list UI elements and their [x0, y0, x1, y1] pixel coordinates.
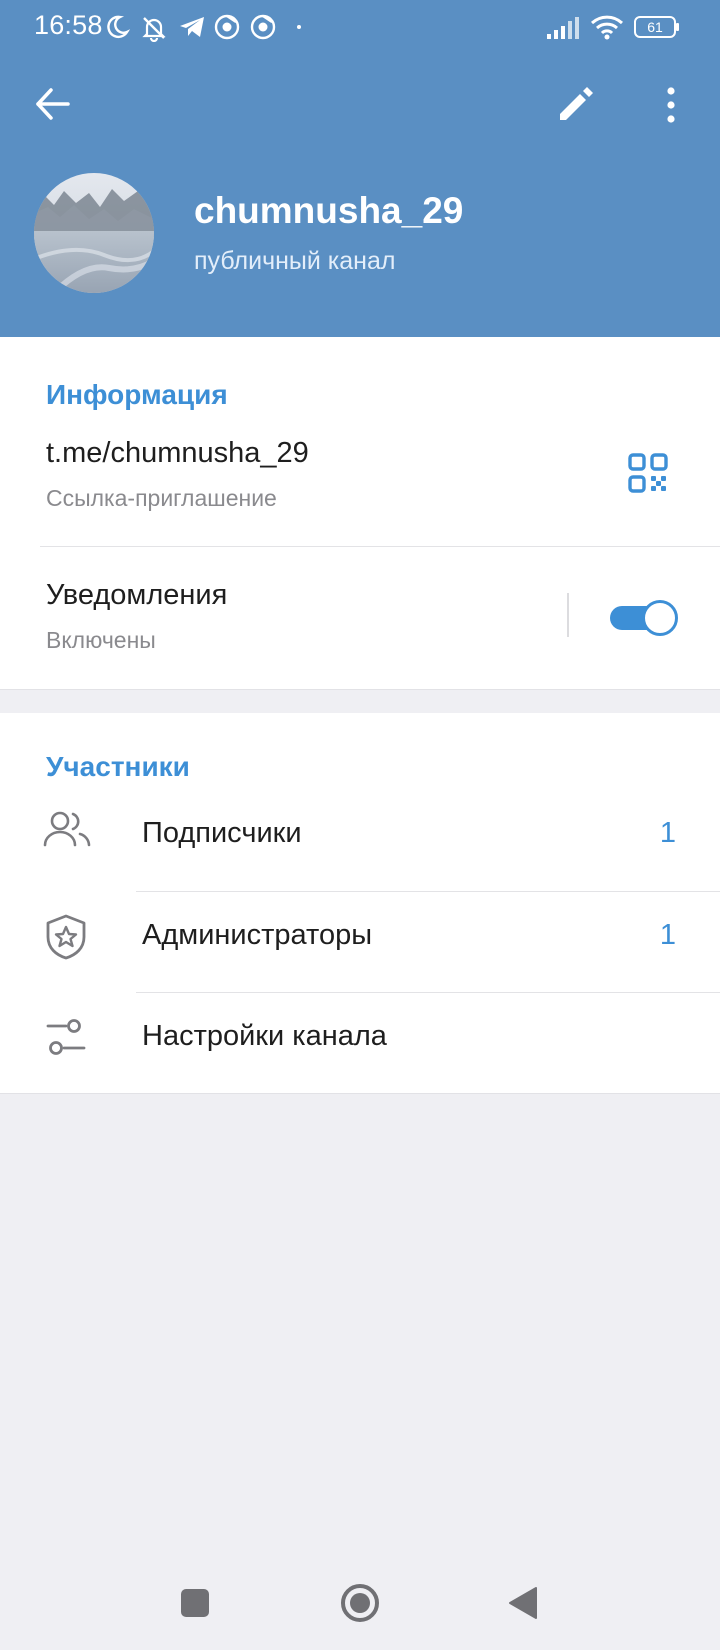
sliders-icon: [46, 1019, 86, 1055]
administrators-label: Администраторы: [142, 919, 373, 951]
battery-indicator: 61: [634, 16, 680, 38]
home-icon[interactable]: [340, 1583, 380, 1623]
channel-settings-label: Настройки канала: [142, 1020, 387, 1052]
administrators-count: 1: [659, 919, 676, 951]
members-section-title: Участники: [46, 751, 190, 782]
shield-star-icon: [46, 914, 86, 960]
invite-link[interactable]: t.me/chumnusha_29: [46, 437, 309, 470]
recent-apps-icon[interactable]: [180, 1588, 210, 1618]
subscribers-label: Подписчики: [142, 817, 302, 849]
edit-pencil-icon[interactable]: [556, 86, 594, 124]
members-card: Участники Подписчики 1 Администраторы 1 …: [0, 713, 720, 1094]
channel-settings-row[interactable]: Настройки канала: [0, 992, 720, 1092]
info-section-title: Информация: [46, 379, 228, 410]
chrome-icon: [250, 14, 276, 40]
telegram-icon: [180, 17, 204, 37]
subscribers-count: 1: [659, 817, 676, 849]
chrome-icon: [214, 14, 240, 40]
battery-level: 61: [647, 19, 663, 35]
channel-title: chumnusha_29: [194, 190, 464, 231]
notifications-state: Включены: [46, 627, 156, 653]
channel-avatar[interactable]: [34, 173, 154, 293]
notifications-toggle[interactable]: [610, 600, 678, 636]
back-arrow-icon[interactable]: [34, 84, 74, 124]
vertical-separator: [567, 593, 569, 637]
notifications-label: Уведомления: [46, 579, 228, 611]
muted-bell-icon: [142, 17, 166, 42]
back-nav-icon[interactable]: [508, 1586, 538, 1620]
divider: [40, 546, 720, 547]
status-bar: 16:58 61: [0, 0, 720, 56]
info-card: Информация t.me/chumnusha_29 Ссылка-приг…: [0, 337, 720, 690]
invite-link-row[interactable]: t.me/chumnusha_29 Ссылка-приглашение: [0, 417, 720, 527]
channel-header: 16:58 61 chumnusha_29 публичный канал: [0, 0, 720, 337]
more-vertical-icon[interactable]: [659, 86, 683, 124]
do-not-disturb-moon-icon: [107, 15, 130, 39]
wifi-icon: [590, 15, 624, 40]
administrators-row[interactable]: Администраторы 1: [0, 891, 720, 991]
invite-link-caption: Ссылка-приглашение: [46, 485, 277, 511]
people-icon: [43, 811, 91, 847]
qr-code-icon[interactable]: [628, 453, 668, 493]
subscribers-row[interactable]: Подписчики 1: [0, 787, 720, 887]
status-time: 16:58: [34, 10, 103, 40]
channel-subtitle: публичный канал: [194, 247, 396, 275]
signal-icon: [547, 17, 579, 39]
notification-dot-icon: [297, 25, 301, 29]
toggle-knob: [642, 600, 678, 636]
